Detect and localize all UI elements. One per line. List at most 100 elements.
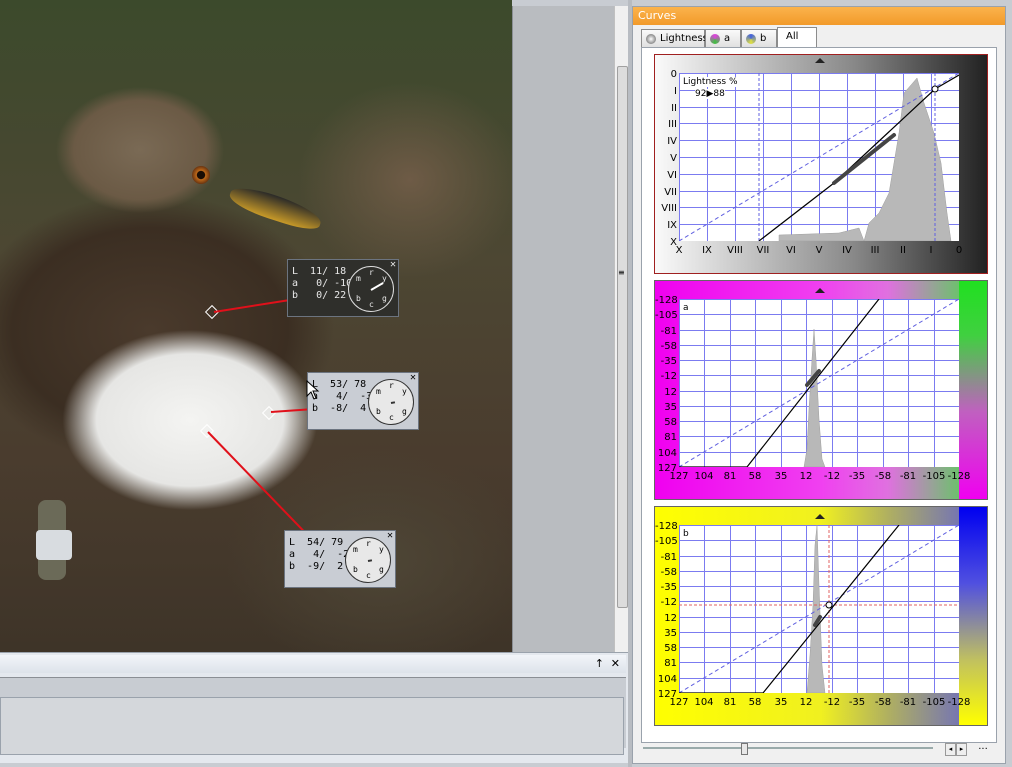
y-tick-label: 58 bbox=[664, 417, 677, 428]
curve-point bbox=[825, 601, 833, 609]
zoom-slider-track[interactable] bbox=[643, 747, 933, 749]
b-curve-panel: b -128 -105 -81 -58 -35 -12 12 35 58 81 104 127 127 1… bbox=[654, 506, 988, 726]
y-tick-label: VI bbox=[667, 170, 677, 181]
lightness-readout: 92▶88 bbox=[695, 89, 725, 99]
leg-band bbox=[36, 530, 72, 560]
bird-bill bbox=[226, 181, 325, 235]
close-icon[interactable]: ✕ bbox=[410, 372, 416, 383]
x-tick-label: 12 bbox=[799, 697, 813, 708]
color-dial-icon: m r y b c g bbox=[348, 266, 394, 312]
y-tick-label: -12 bbox=[660, 597, 677, 608]
tab-a[interactable]: a bbox=[705, 29, 741, 47]
y-tick-label: -58 bbox=[660, 341, 677, 352]
x-tick-label: -105 bbox=[922, 697, 946, 708]
x-tick-label: 81 bbox=[723, 471, 737, 482]
y-tick-label: IX bbox=[667, 220, 677, 231]
close-icon[interactable]: ✕ bbox=[611, 657, 620, 670]
y-tick-label: I bbox=[674, 86, 677, 97]
b-channel-icon bbox=[746, 34, 756, 44]
x-tick-label: 104 bbox=[694, 471, 714, 482]
mouse-cursor-icon bbox=[306, 380, 320, 400]
sampler-info-2[interactable]: ✕ L 53/ 78 a 4/ -3 b -8/ 4 m r y b c g bbox=[307, 372, 419, 430]
a-label: a bbox=[683, 303, 689, 313]
x-tick-label: 58 bbox=[748, 697, 762, 708]
slider-handle-icon[interactable] bbox=[815, 513, 825, 521]
y-tick-label: 12 bbox=[664, 613, 677, 624]
y-tick-label: -105 bbox=[655, 310, 678, 321]
a-curve-plot[interactable] bbox=[679, 299, 959, 467]
sampler-info-3[interactable]: ✕ L 54/ 79 a 4/ -2 b -9/ 2 m r y b c g bbox=[284, 530, 396, 588]
close-icon[interactable]: ✕ bbox=[390, 259, 396, 270]
y-tick-label: 58 bbox=[664, 643, 677, 654]
y-tick-label: VIII bbox=[661, 203, 677, 214]
y-tick-label: 104 bbox=[657, 674, 677, 685]
b-label: b bbox=[683, 529, 689, 539]
y-tick-label: 0 bbox=[670, 69, 677, 80]
x-tick-label: IV bbox=[842, 245, 852, 256]
canvas-background bbox=[512, 6, 615, 652]
sampler-values: L 54/ 79 a 4/ -2 b -9/ 2 bbox=[289, 537, 350, 572]
x-tick-label: X bbox=[675, 245, 683, 256]
scroll-right-icon[interactable]: ▸ bbox=[956, 743, 967, 756]
tab-page-all: Lightness % 92▶88 0 I II III IV V VI VII VIII IX X… bbox=[641, 47, 997, 743]
grip-icon: ≡ bbox=[618, 268, 625, 277]
vertical-scrollbar[interactable]: ≡ bbox=[614, 6, 629, 652]
tab-b[interactable]: b bbox=[741, 29, 777, 47]
y-tick-label: III bbox=[668, 119, 677, 130]
x-tick-label: -12 bbox=[823, 697, 841, 708]
bottom-panel: ↑ ✕ bbox=[0, 652, 628, 763]
slider-handle-icon[interactable] bbox=[815, 287, 825, 295]
y-tick-label: V bbox=[670, 153, 677, 164]
tab-lightness[interactable]: Lightness bbox=[641, 29, 708, 47]
y-tick-label: 81 bbox=[664, 658, 677, 669]
bottom-panel-area bbox=[0, 697, 624, 755]
b-curve-plot[interactable] bbox=[679, 525, 959, 693]
histogram bbox=[806, 525, 826, 693]
x-tick-label: VIII bbox=[727, 245, 743, 256]
x-tick-label: -105 bbox=[922, 471, 946, 482]
x-tick-label: 81 bbox=[723, 697, 737, 708]
close-icon[interactable]: ✕ bbox=[387, 530, 393, 541]
x-tick-label: 58 bbox=[748, 471, 762, 482]
bird-eye bbox=[192, 166, 210, 184]
x-tick-label: -58 bbox=[874, 471, 892, 482]
x-tick-label: II bbox=[900, 245, 906, 256]
y-tick-label: 104 bbox=[657, 448, 677, 459]
sampler-info-1[interactable]: ✕ L 11/ 18 a 0/ -10 b 0/ 22 m r y b c g bbox=[287, 259, 399, 317]
x-tick-label: -12 bbox=[823, 471, 841, 482]
y-tick-label: -105 bbox=[655, 536, 678, 547]
x-tick-label: 0 bbox=[955, 245, 963, 256]
sampler-values: L 11/ 18 a 0/ -10 b 0/ 22 bbox=[292, 266, 353, 301]
slider-handle-icon[interactable] bbox=[815, 57, 825, 65]
scrollbar-thumb[interactable] bbox=[617, 66, 628, 608]
x-tick-label: 127 bbox=[669, 697, 689, 708]
y-tick-label: VII bbox=[664, 187, 677, 198]
x-tick-label: 35 bbox=[774, 471, 788, 482]
image-canvas[interactable]: ✕ L 11/ 18 a 0/ -10 b 0/ 22 m r y b c g ✕ … bbox=[0, 0, 512, 652]
sampler-leader-line bbox=[270, 408, 309, 413]
more-button[interactable]: ... bbox=[971, 741, 995, 755]
a-curve-panel: a -128 -105 -81 -58 -35 -12 12 35 58 81 104 127 127 1… bbox=[654, 280, 988, 500]
color-sampler-marker-2[interactable] bbox=[261, 405, 277, 421]
scroll-left-icon[interactable]: ◂ bbox=[945, 743, 956, 756]
x-tick-label: IX bbox=[702, 245, 712, 256]
y-tick-label: II bbox=[671, 103, 677, 114]
curves-panel: Curves Lightness a b All Lightness % 92▶… bbox=[632, 6, 1006, 764]
y-tick-label: -35 bbox=[660, 356, 677, 367]
lightness-curve-panel: Lightness % 92▶88 0 I II III IV V VI VII VIII IX X… bbox=[654, 54, 988, 274]
x-tick-label: VII bbox=[756, 245, 770, 256]
y-tick-label: -128 bbox=[655, 521, 678, 532]
y-tick-label: 35 bbox=[664, 402, 677, 413]
pin-icon[interactable]: ↑ bbox=[595, 657, 604, 670]
sampler-leader-line bbox=[207, 431, 306, 534]
color-dial-icon: m r y b c g bbox=[345, 537, 391, 583]
sampler-leader-line bbox=[213, 299, 290, 313]
zoom-slider-thumb[interactable] bbox=[741, 743, 748, 755]
tab-all[interactable]: All bbox=[777, 27, 817, 47]
curve-point bbox=[931, 85, 939, 93]
y-tick-label: -58 bbox=[660, 567, 677, 578]
color-dial-icon: m r y b c g bbox=[368, 379, 414, 425]
x-tick-label: V bbox=[815, 245, 823, 256]
x-tick-label: 127 bbox=[669, 471, 689, 482]
panel-title: Curves bbox=[633, 7, 1005, 25]
